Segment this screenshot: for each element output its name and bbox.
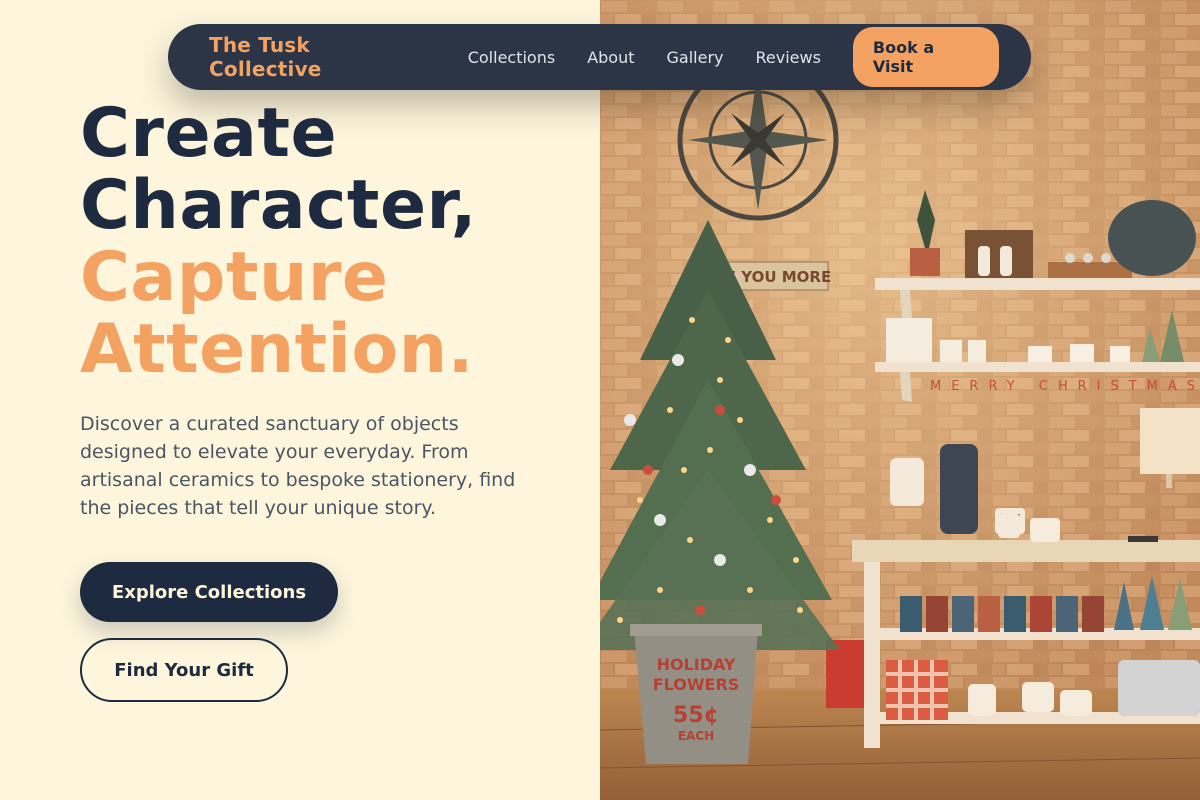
brand-logo[interactable]: The Tusk Collective [209,33,428,81]
find-gift-button[interactable]: Find Your Gift [80,638,288,702]
nav-link-gallery[interactable]: Gallery [667,48,724,67]
nav-link-about[interactable]: About [587,48,634,67]
headline-accent-1: Capture [80,238,389,317]
hero-photo: LOVE YOU MORE MERRY CHRISTMAS HOLIDAY FL… [600,0,1200,800]
nav-links: Collections About Gallery Reviews [468,48,853,67]
headline-line-2: Character, [80,166,477,245]
explore-collections-button[interactable]: Explore Collections [80,562,338,622]
book-visit-button[interactable]: Book a Visit [852,27,999,87]
headline-line-1: Create [80,94,338,173]
hero-headline: Create Character, Capture Attention. [80,98,477,386]
shop-interior-illustration: LOVE YOU MORE MERRY CHRISTMAS HOLIDAY FL… [600,0,1200,800]
nav-link-reviews[interactable]: Reviews [756,48,821,67]
top-nav: The Tusk Collective Collections About Ga… [168,24,1031,90]
nav-link-collections[interactable]: Collections [468,48,555,67]
hero-description: Discover a curated sanctuary of objects … [80,413,516,519]
headline-accent-2: Attention. [80,310,474,389]
